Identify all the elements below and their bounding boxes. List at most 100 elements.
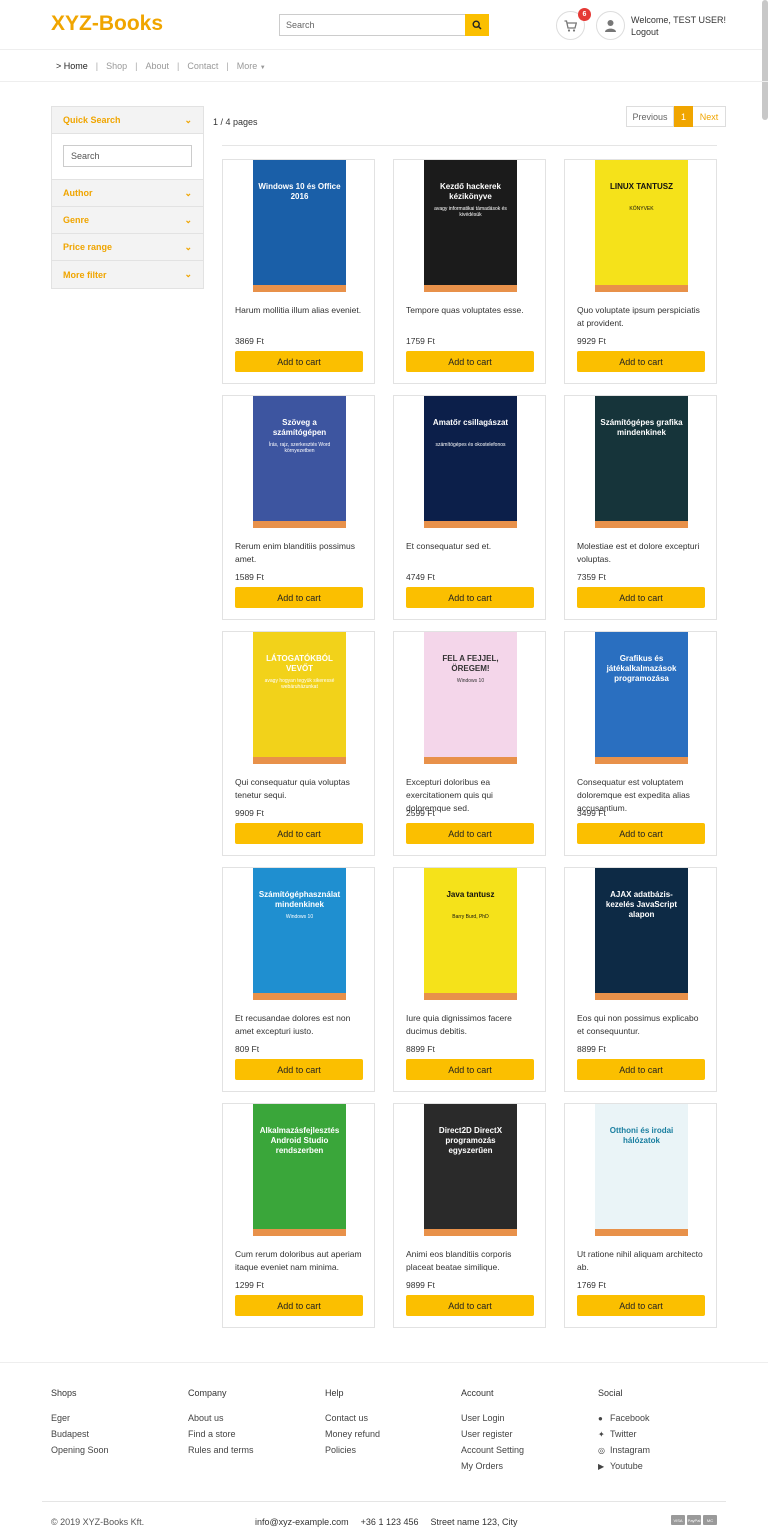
cover-title: Direct2D DirectX programozás egyszerűen xyxy=(438,1126,503,1155)
book-cover[interactable]: AJAX adatbázis-kezelés JavaScript alapon xyxy=(595,868,688,1000)
current-page-button[interactable]: 1 xyxy=(674,106,693,127)
book-cover[interactable]: LÁTOGATÓKBÓL VEVŐT avagy hogyan tegyük si… xyxy=(253,632,346,764)
user-avatar[interactable] xyxy=(596,11,625,40)
footer-link[interactable]: About us xyxy=(188,1410,254,1426)
book-cover[interactable]: Java tantusz Barry Burd, PhD xyxy=(424,868,517,1000)
nav-separator: | xyxy=(177,61,180,71)
book-cover[interactable]: Szöveg a számítógépen Írás, rajz, szerkes… xyxy=(253,396,346,528)
add-to-cart-button[interactable]: Add to cart xyxy=(235,1295,363,1316)
book-cover[interactable]: Windows 10 és Office 2016 xyxy=(253,160,346,292)
nav-about[interactable]: About xyxy=(146,61,170,71)
product-name[interactable]: Qui consequatur quia voluptas tenetur se… xyxy=(235,776,365,802)
add-to-cart-button[interactable]: Add to cart xyxy=(406,1295,534,1316)
product-card: Kezdő hackerek kézikönyve avagy informati… xyxy=(393,159,546,384)
nav-home[interactable]: > Home xyxy=(56,61,88,71)
chevron-down-icon: ⌄ xyxy=(184,187,192,198)
add-to-cart-button[interactable]: Add to cart xyxy=(406,351,534,372)
add-to-cart-button[interactable]: Add to cart xyxy=(577,1059,705,1080)
add-to-cart-button[interactable]: Add to cart xyxy=(577,823,705,844)
cover-strip xyxy=(253,757,346,764)
footer-social-facebook[interactable]: ● Facebook xyxy=(598,1410,650,1426)
product-name[interactable]: Eos qui non possimus explicabo et conseq… xyxy=(577,1012,707,1038)
cover-title: Számítógéphasználat mindenkinek xyxy=(258,890,341,909)
quick-search-toggle[interactable]: Quick Search ⌄ xyxy=(52,107,203,134)
product-name[interactable]: Et consequatur sed et. xyxy=(406,540,536,553)
footer-link[interactable]: Account Setting xyxy=(461,1442,524,1458)
add-to-cart-button[interactable]: Add to cart xyxy=(235,351,363,372)
footer-link[interactable]: Find a store xyxy=(188,1426,254,1442)
product-name[interactable]: Animi eos blanditiis corporis placeat be… xyxy=(406,1248,536,1274)
product-card: Alkalmazásfejlesztés Android Studio rend… xyxy=(222,1103,375,1328)
footer-link[interactable]: Contact us xyxy=(325,1410,380,1426)
product-name[interactable]: Molestiae est et dolore excepturi volupt… xyxy=(577,540,707,566)
footer-link[interactable]: Budapest xyxy=(51,1426,109,1442)
filter-sidebar: Quick Search ⌄ Author ⌄ Genre ⌄ Price rang… xyxy=(51,106,204,289)
brand-logo[interactable]: XYZ-Books xyxy=(51,12,163,36)
quick-search-input[interactable] xyxy=(63,145,192,167)
footer-social-instagram[interactable]: ◎ Instagram xyxy=(598,1442,650,1458)
book-cover[interactable]: LINUX TANTUSZ KÖNYVEK xyxy=(595,160,688,292)
book-cover[interactable]: Direct2D DirectX programozás egyszerűen xyxy=(424,1104,517,1236)
book-cover[interactable]: Alkalmazásfejlesztés Android Studio rend… xyxy=(253,1104,346,1236)
add-to-cart-button[interactable]: Add to cart xyxy=(235,823,363,844)
book-cover[interactable]: Grafikus és játékalkalmazások programozá… xyxy=(595,632,688,764)
footer-link[interactable]: Money refund xyxy=(325,1426,380,1442)
cart-count-badge: 6 xyxy=(578,8,591,21)
add-to-cart-button[interactable]: Add to cart xyxy=(577,351,705,372)
next-page-button[interactable]: Next xyxy=(693,106,726,127)
add-to-cart-button[interactable]: Add to cart xyxy=(235,1059,363,1080)
search-button[interactable] xyxy=(465,14,489,36)
product-price: 9899 Ft xyxy=(406,1280,435,1290)
add-to-cart-button[interactable]: Add to cart xyxy=(406,587,534,608)
product-name[interactable]: Iure quia dignissimos facere ducimus deb… xyxy=(406,1012,536,1038)
add-to-cart-button[interactable]: Add to cart xyxy=(406,823,534,844)
footer-social-twitter[interactable]: ✦ Twitter xyxy=(598,1426,650,1442)
product-name[interactable]: Quo voluptate ipsum perspiciatis at prov… xyxy=(577,304,707,330)
add-to-cart-button[interactable]: Add to cart xyxy=(235,587,363,608)
filter-genre[interactable]: Genre ⌄ xyxy=(52,207,203,234)
product-name[interactable]: Tempore quas voluptates esse. xyxy=(406,304,536,317)
add-to-cart-button[interactable]: Add to cart xyxy=(577,587,705,608)
book-cover[interactable]: Otthoni és irodai hálózatok xyxy=(595,1104,688,1236)
contact-address: Street name 123, City xyxy=(430,1517,518,1527)
product-price: 9909 Ft xyxy=(235,808,264,818)
footer-link[interactable]: Policies xyxy=(325,1442,380,1458)
book-cover[interactable]: Kezdő hackerek kézikönyve avagy informati… xyxy=(424,160,517,292)
filter-more[interactable]: More filter ⌄ xyxy=(52,261,203,288)
add-to-cart-button[interactable]: Add to cart xyxy=(577,1295,705,1316)
quick-search-panel xyxy=(52,134,203,180)
contact-email[interactable]: info@xyz-example.com xyxy=(255,1517,349,1527)
cover-title: Grafikus és játékalkalmazások programozá… xyxy=(606,654,677,683)
footer-link[interactable]: User Login xyxy=(461,1410,524,1426)
product-name[interactable]: Harum mollitia illum alias eveniet. xyxy=(235,304,365,317)
cover-strip xyxy=(595,521,688,528)
footer-link[interactable]: Eger xyxy=(51,1410,109,1426)
product-name[interactable]: Cum rerum doloribus aut aperiam itaque e… xyxy=(235,1248,365,1274)
filter-price-range[interactable]: Price range ⌄ xyxy=(52,234,203,261)
book-cover[interactable]: Amatőr csillagászat számítógépes és okost… xyxy=(424,396,517,528)
previous-page-button[interactable]: Previous xyxy=(626,106,674,127)
book-cover[interactable]: Számítógéphasználat mindenkinek Windows 1… xyxy=(253,868,346,1000)
footer-link[interactable]: My Orders xyxy=(461,1458,524,1474)
footer-social-youtube[interactable]: ▶ Youtube xyxy=(598,1458,650,1474)
user-icon xyxy=(605,20,616,32)
header-search-input[interactable] xyxy=(279,14,465,36)
product-name[interactable]: Ut ratione nihil aliquam architecto ab. xyxy=(577,1248,707,1274)
footer-link[interactable]: User register xyxy=(461,1426,524,1442)
filter-author[interactable]: Author ⌄ xyxy=(52,180,203,207)
nav-contact[interactable]: Contact xyxy=(187,61,218,71)
product-price: 2599 Ft xyxy=(406,808,435,818)
book-cover[interactable]: FEL A FEJJEL, ÖREGEM! Windows 10 xyxy=(424,632,517,764)
book-cover[interactable]: Számítógépes grafika mindenkinek xyxy=(595,396,688,528)
nav-shop[interactable]: Shop xyxy=(106,61,127,71)
footer-link[interactable]: Opening Soon xyxy=(51,1442,109,1458)
instagram-icon: ◎ xyxy=(598,1446,605,1455)
add-to-cart-button[interactable]: Add to cart xyxy=(406,1059,534,1080)
product-name[interactable]: Rerum enim blanditiis possimus amet. xyxy=(235,540,365,566)
nav-more-dropdown[interactable]: More ▼ xyxy=(237,61,266,71)
logout-link[interactable]: Logout xyxy=(631,26,726,38)
product-card: Számítógépes grafika mindenkinek Molestia… xyxy=(564,395,717,620)
product-name[interactable]: Et recusandae dolores est non amet excep… xyxy=(235,1012,365,1038)
footer-link[interactable]: Rules and terms xyxy=(188,1442,254,1458)
cover-subtitle: KÖNYVEK xyxy=(629,206,654,212)
